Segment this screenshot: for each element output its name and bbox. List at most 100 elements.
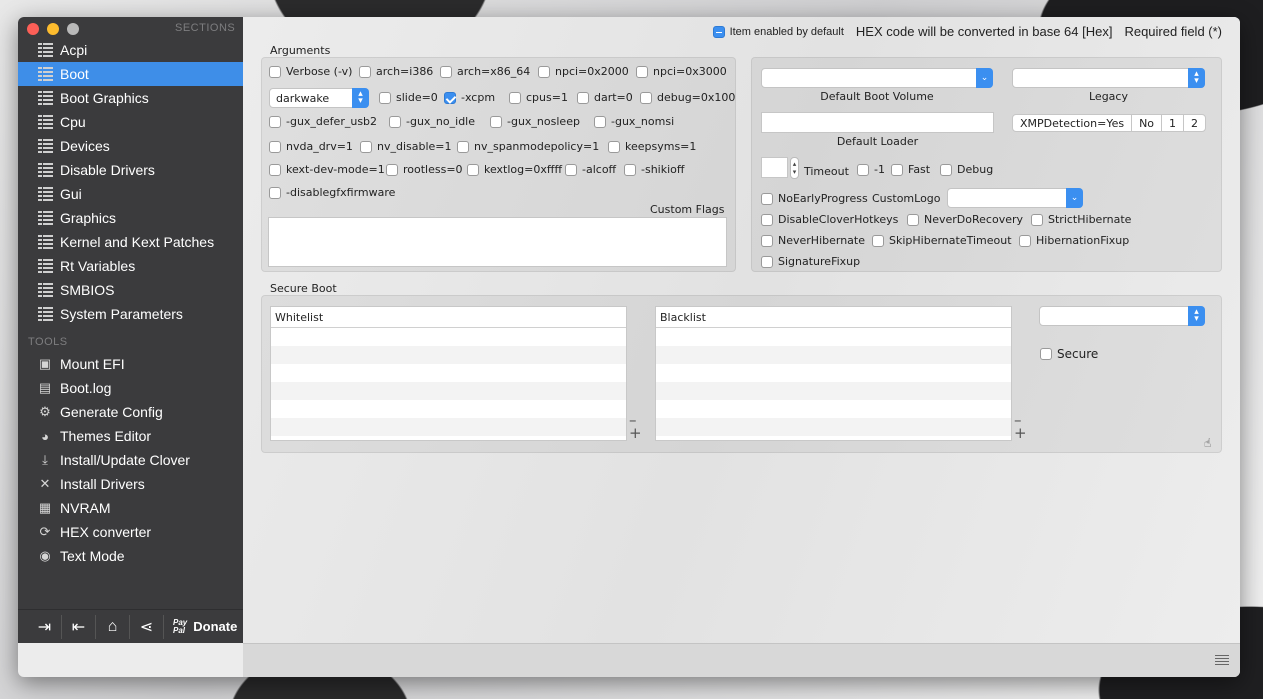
- checkbox-box[interactable]: [490, 115, 502, 128]
- checkbox-shikioff[interactable]: -shikioff: [624, 163, 684, 176]
- sidebar-tool-install-update-clover[interactable]: ⤓ Install/Update Clover: [18, 448, 243, 472]
- sidebar-tool-themes-editor[interactable]: ◕ Themes Editor: [18, 424, 243, 448]
- checkbox-verbose-v[interactable]: Verbose (-v): [269, 65, 352, 78]
- sidebar-tool-nvram[interactable]: ▦ NVRAM: [18, 496, 243, 520]
- menu-icon[interactable]: [1215, 655, 1229, 665]
- sidebar-item-boot-graphics[interactable]: Boot Graphics: [18, 86, 243, 110]
- checkbox-box[interactable]: [389, 115, 401, 128]
- checkbox-skiphibernatetimeout[interactable]: SkipHibernateTimeout: [872, 234, 1012, 247]
- sidebar-item-cpu[interactable]: Cpu: [18, 110, 243, 134]
- checkbox-box[interactable]: [624, 163, 636, 176]
- checkbox-box[interactable]: [577, 91, 589, 104]
- checkbox-neverdorecovery[interactable]: NeverDoRecovery: [907, 213, 1023, 226]
- checkbox-box[interactable]: [640, 91, 652, 104]
- blacklist-table[interactable]: Blacklist: [655, 306, 1012, 441]
- sidebar-item-gui[interactable]: Gui: [18, 182, 243, 206]
- checkbox-box[interactable]: [444, 91, 456, 104]
- sidebar-item-graphics[interactable]: Graphics: [18, 206, 243, 230]
- checkbox-npci-0x3000[interactable]: npci=0x3000: [636, 65, 727, 78]
- checkbox-box[interactable]: [891, 163, 903, 176]
- secure-checkbox[interactable]: [1040, 348, 1052, 360]
- whitelist-add-button[interactable]: +: [629, 426, 642, 441]
- default-loader-input[interactable]: [761, 112, 994, 133]
- checkbox-neverhibernate[interactable]: NeverHibernate: [761, 234, 865, 247]
- sidebar-item-system-parameters[interactable]: System Parameters: [18, 302, 243, 326]
- checkbox-debug-0x100[interactable]: debug=0x100: [640, 91, 735, 104]
- checkbox-box[interactable]: [761, 255, 773, 268]
- minimize-window-button[interactable]: [47, 23, 59, 35]
- checkbox-nv-disable-1[interactable]: nv_disable=1: [360, 140, 452, 153]
- checkbox-box[interactable]: [379, 91, 391, 104]
- secure-boot-policy-popup[interactable]: ▴ ▾: [1039, 306, 1205, 326]
- sidebar-item-acpi[interactable]: Acpi: [18, 38, 243, 62]
- whitelist-table[interactable]: Whitelist: [270, 306, 627, 441]
- checkbox-xcpm[interactable]: -xcpm: [444, 91, 495, 104]
- checkbox-alcoff[interactable]: -alcoff: [565, 163, 616, 176]
- checkbox-nv-spanmodepolicy-1[interactable]: nv_spanmodepolicy=1: [457, 140, 599, 153]
- checkbox-box[interactable]: [761, 213, 773, 226]
- checkbox-box[interactable]: [1019, 234, 1031, 247]
- sidebar-tool-hex-converter[interactable]: ⟳ HEX converter: [18, 520, 243, 544]
- checkbox-box[interactable]: [594, 115, 606, 128]
- donate-button[interactable]: Pay Pal Donate: [164, 618, 237, 635]
- checkbox-fast[interactable]: Fast: [891, 163, 930, 176]
- default-boot-volume-popup[interactable]: ⌄: [761, 68, 993, 88]
- checkbox-gux-no-idle[interactable]: -gux_no_idle: [389, 115, 475, 128]
- checkbox-hibernationfixup[interactable]: HibernationFixup: [1019, 234, 1129, 247]
- darkwake-popup[interactable]: darkwake ▴ ▾: [269, 88, 369, 108]
- zoom-window-button[interactable]: [67, 23, 79, 35]
- checkbox-box[interactable]: [386, 163, 398, 176]
- sidebar-item-smbios[interactable]: SMBIOS: [18, 278, 243, 302]
- sidebar-item-kernel-and-kext-patches[interactable]: Kernel and Kext Patches: [18, 230, 243, 254]
- checkbox-arch-i386[interactable]: arch=i386: [359, 65, 433, 78]
- checkbox-box[interactable]: [360, 140, 372, 153]
- sidebar-tool-install-drivers[interactable]: ✕ Install Drivers: [18, 472, 243, 496]
- checkbox-box[interactable]: [608, 140, 620, 153]
- checkbox-debug[interactable]: Debug: [940, 163, 993, 176]
- checkbox-gux-defer-usb2[interactable]: -gux_defer_usb2: [269, 115, 377, 128]
- sidebar-tool-boot-log[interactable]: ▤ Boot.log: [18, 376, 243, 400]
- checkbox-1[interactable]: -1: [857, 163, 885, 176]
- checkbox-box[interactable]: [761, 192, 773, 205]
- checkbox-box[interactable]: [761, 234, 773, 247]
- checkbox-noearlyprogress[interactable]: NoEarlyProgress: [761, 192, 868, 205]
- import-button[interactable]: ⇥: [28, 614, 62, 639]
- sidebar-item-devices[interactable]: Devices: [18, 134, 243, 158]
- checkbox-keepsyms-1[interactable]: keepsyms=1: [608, 140, 696, 153]
- sidebar-item-disable-drivers[interactable]: Disable Drivers: [18, 158, 243, 182]
- checkbox-gux-nomsi[interactable]: -gux_nomsi: [594, 115, 674, 128]
- checkbox-box[interactable]: [872, 234, 884, 247]
- xmp-segment-no[interactable]: No: [1132, 115, 1163, 131]
- checkbox-box[interactable]: [940, 163, 952, 176]
- checkbox-box[interactable]: [1031, 213, 1043, 226]
- custom-flags-input[interactable]: [268, 217, 727, 267]
- checkbox-box[interactable]: [636, 65, 648, 78]
- checkbox-box[interactable]: [457, 140, 469, 153]
- checkbox-box[interactable]: [269, 65, 281, 78]
- xmp-segment-xmpdetection-yes[interactable]: XMPDetection=Yes: [1013, 115, 1133, 131]
- checkbox-gux-nosleep[interactable]: -gux_nosleep: [490, 115, 580, 128]
- checkbox-kextlog-0xffff[interactable]: kextlog=0xffff: [467, 163, 562, 176]
- checkbox-box[interactable]: [857, 163, 869, 176]
- sidebar-tool-mount-efi[interactable]: ▣ Mount EFI: [18, 352, 243, 376]
- custom-logo-popup[interactable]: ⌄: [947, 188, 1083, 208]
- checkbox-box[interactable]: [467, 163, 479, 176]
- checkbox-box[interactable]: [907, 213, 919, 226]
- checkbox-rootless-0[interactable]: rootless=0: [386, 163, 463, 176]
- sidebar-item-rt-variables[interactable]: Rt Variables: [18, 254, 243, 278]
- secure-checkbox-row[interactable]: Secure: [1040, 347, 1098, 361]
- sidebar-item-boot[interactable]: Boot: [18, 62, 243, 86]
- checkbox-signaturefixup[interactable]: SignatureFixup: [761, 255, 860, 268]
- xmp-segment-2[interactable]: 2: [1184, 115, 1205, 131]
- checkbox-nvda-drv-1[interactable]: nvda_drv=1: [269, 140, 353, 153]
- xmp-segment-1[interactable]: 1: [1162, 115, 1185, 131]
- checkbox-cpus-1[interactable]: cpus=1: [509, 91, 568, 104]
- checkbox-npci-0x2000[interactable]: npci=0x2000: [538, 65, 629, 78]
- checkbox-box[interactable]: [269, 186, 281, 199]
- checkbox-box[interactable]: [269, 140, 281, 153]
- timeout-input[interactable]: [761, 157, 788, 178]
- checkbox-box[interactable]: [359, 65, 371, 78]
- checkbox-arch-x86-64[interactable]: arch=x86_64: [440, 65, 530, 78]
- checkbox-disablecloverhotkeys[interactable]: DisableCloverHotkeys: [761, 213, 898, 226]
- checkbox-stricthibernate[interactable]: StrictHibernate: [1031, 213, 1131, 226]
